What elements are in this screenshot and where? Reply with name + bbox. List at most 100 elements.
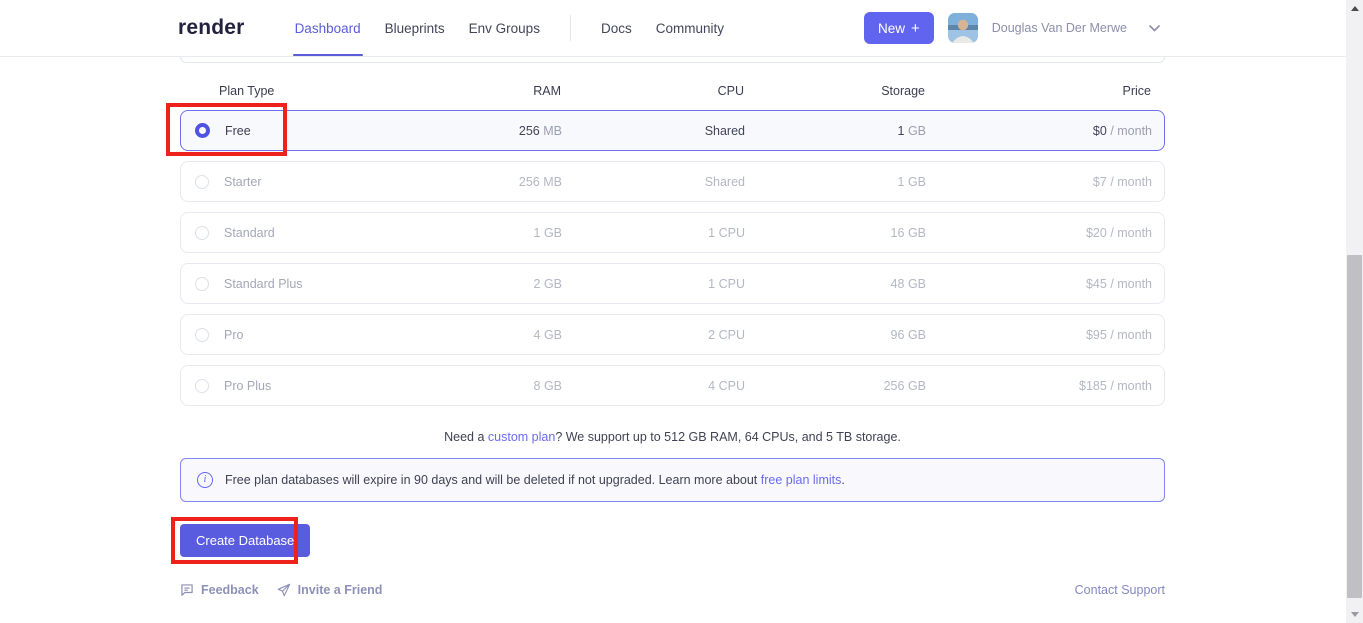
header-cpu: CPU [561,84,744,98]
scrollbar-down-arrow[interactable] [1346,606,1363,623]
header-price: Price [925,84,1151,98]
cpu-unit: CPU [719,277,745,291]
price-value: $185 [1079,379,1107,393]
top-navbar: render Dashboard Blueprints Env Groups D… [0,0,1346,57]
nav-link-community[interactable]: Community [656,21,724,36]
storage-value: 96 [891,328,905,342]
plan-table-header: Plan Type RAM CPU Storage Price [180,83,1165,99]
avatar[interactable] [948,13,978,43]
price-unit: / month [1110,379,1152,393]
chevron-down-icon[interactable] [1149,25,1160,32]
invite-friend-label: Invite a Friend [298,583,383,597]
new-button-label: New [878,21,905,36]
new-button[interactable]: New + [864,12,934,44]
plan-name: Pro [224,328,243,342]
feedback-speech-bubble-icon [180,583,194,597]
radio-unselected-icon[interactable] [195,226,209,240]
radio-unselected-icon[interactable] [195,379,209,393]
price-value: $45 [1086,277,1107,291]
primary-nav: Dashboard Blueprints Env Groups Docs Com… [295,15,724,41]
scrolled-card-bottom-edge [180,57,1165,63]
plan-name: Standard Plus [224,277,303,291]
ram-unit: MB [543,175,562,189]
nav-link-docs[interactable]: Docs [601,21,632,36]
cpu-value: Shared [705,124,745,138]
banner-text-body: Free plan databases will expire in 90 da… [225,473,761,487]
radio-unselected-icon[interactable] [195,328,209,342]
ram-unit: GB [544,328,562,342]
plan-name: Standard [224,226,275,240]
cpu-value: 1 [708,226,715,240]
header-storage: Storage [744,84,925,98]
ram-value: 256 [519,175,540,189]
plan-table: Free 256 MB Shared 1 GB $0 / month Start… [180,110,1165,406]
cpu-unit: CPU [719,379,745,393]
ram-unit: GB [544,277,562,291]
plan-row-standard[interactable]: Standard 1 GB 1 CPU 16 GB $20 / month [180,212,1165,253]
invite-friend-button[interactable]: Invite a Friend [277,583,383,597]
header-plan-type: Plan Type [194,84,381,98]
cpu-unit: CPU [719,328,745,342]
price-unit: / month [1110,175,1152,189]
cpu-unit: CPU [719,226,745,240]
plan-row-starter[interactable]: Starter 256 MB Shared 1 GB $7 / month [180,161,1165,202]
storage-value: 256 [884,379,905,393]
user-name[interactable]: Douglas Van Der Merwe [992,21,1127,35]
page-footer: Feedback Invite a Friend Contact Support [180,583,1165,597]
storage-unit: GB [908,277,926,291]
ram-value: 1 [534,226,541,240]
radio-unselected-icon[interactable] [195,277,209,291]
cpu-value: 1 [708,277,715,291]
plan-row-pro[interactable]: Pro 4 GB 2 CPU 96 GB $95 / month [180,314,1165,355]
free-plan-limits-link[interactable]: free plan limits [761,473,842,487]
contact-support-link[interactable]: Contact Support [1075,583,1165,597]
cpu-value: Shared [705,175,745,189]
storage-value: 1 [898,175,905,189]
ram-value: 2 [534,277,541,291]
triangle-down-icon [1351,612,1359,617]
price-unit: / month [1110,124,1152,138]
price-value: $95 [1086,328,1107,342]
storage-value: 1 [898,124,905,138]
cpu-value: 4 [708,379,715,393]
info-icon: i [197,472,213,488]
banner-text: Free plan databases will expire in 90 da… [225,473,845,487]
nav-tab-blueprints[interactable]: Blueprints [385,21,445,36]
triangle-up-icon [1351,6,1359,11]
scrollbar-up-arrow[interactable] [1346,0,1363,17]
nav-divider [570,15,571,41]
custom-plan-link[interactable]: custom plan [488,430,555,444]
price-unit: / month [1110,277,1152,291]
scrollbar-thumb[interactable] [1347,255,1362,598]
plan-name: Starter [224,175,262,189]
storage-unit: GB [908,226,926,240]
banner-text-period: . [841,473,844,487]
storage-value: 16 [891,226,905,240]
ram-value: 256 [519,124,540,138]
plan-row-free[interactable]: Free 256 MB Shared 1 GB $0 / month [180,110,1165,151]
price-value: $0 [1093,124,1107,138]
radio-selected-icon[interactable] [195,123,210,138]
header-ram: RAM [381,84,561,98]
plan-row-standard-plus[interactable]: Standard Plus 2 GB 1 CPU 48 GB $45 / mon… [180,263,1165,304]
ram-unit: GB [544,226,562,240]
nav-tab-env-groups[interactable]: Env Groups [469,21,540,36]
nav-tab-dashboard[interactable]: Dashboard [295,21,361,36]
vertical-scrollbar[interactable] [1346,0,1363,623]
ram-value: 4 [534,328,541,342]
radio-unselected-icon[interactable] [195,175,209,189]
ram-unit: MB [543,124,562,138]
price-value: $20 [1086,226,1107,240]
plan-row-pro-plus[interactable]: Pro Plus 8 GB 4 CPU 256 GB $185 / month [180,365,1165,406]
plan-name: Pro Plus [224,379,271,393]
feedback-label: Feedback [201,583,259,597]
price-unit: / month [1110,226,1152,240]
feedback-button[interactable]: Feedback [180,583,259,597]
navbar-right-cluster: New + Douglas Van Der Merwe [864,12,1160,44]
storage-unit: GB [908,379,926,393]
storage-value: 48 [891,277,905,291]
create-database-button[interactable]: Create Database [180,524,310,557]
render-logo[interactable]: render [178,16,245,40]
free-plan-info-banner: i Free plan databases will expire in 90 … [180,458,1165,502]
ram-unit: GB [544,379,562,393]
